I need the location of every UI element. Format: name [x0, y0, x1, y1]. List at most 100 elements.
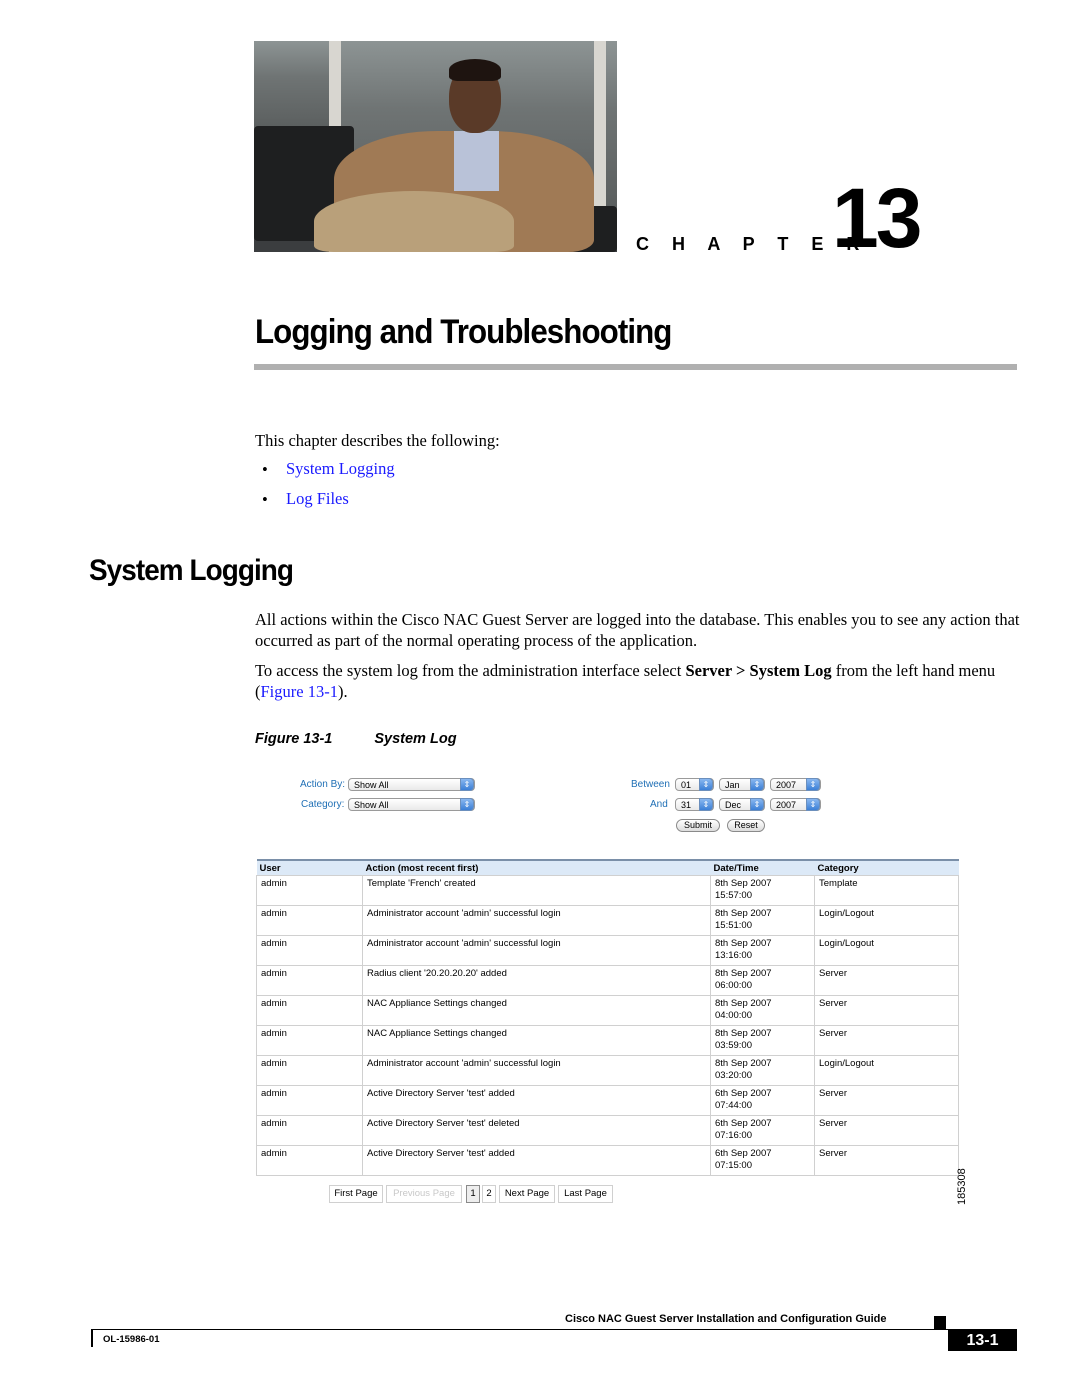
cell-action: Administrator account 'admin' successful… — [362, 1055, 711, 1086]
cell-category: Server — [814, 1115, 959, 1146]
footer-tick — [91, 1329, 93, 1347]
submit-button[interactable]: Submit — [676, 819, 720, 832]
figure-caption: Figure 13-1 System Log — [255, 731, 457, 747]
date-text: 8th Sep 2007 — [715, 878, 772, 889]
date-text: 8th Sep 2007 — [715, 968, 772, 979]
reset-button[interactable]: Reset — [727, 819, 765, 832]
title-divider — [254, 364, 1017, 370]
table-row: admin Active Directory Server 'test' dele… — [256, 1115, 959, 1146]
next-page-button[interactable]: Next Page — [499, 1185, 555, 1203]
cell-category: Server — [814, 965, 959, 996]
menu-path: Server > System Log — [685, 661, 832, 680]
chapter-title: Logging and Troubleshooting — [255, 313, 672, 351]
paragraph: All actions within the Cisco NAC Guest S… — [255, 610, 1020, 650]
select-arrows-icon: ⇕ — [699, 778, 713, 791]
cell-user: admin — [256, 935, 363, 966]
footer-guide-title: Cisco NAC Guest Server Installation and … — [565, 1313, 887, 1325]
column-header-category[interactable]: Category — [814, 859, 959, 876]
from-year-value: 2007 — [776, 780, 797, 790]
time-text: 03:59:00 — [715, 1040, 752, 1051]
select-arrows-icon: ⇕ — [750, 798, 764, 811]
toc-link-system-logging[interactable]: System Logging — [286, 459, 395, 479]
select-arrows-icon: ⇕ — [460, 778, 474, 791]
cell-user: admin — [256, 875, 363, 906]
cell-category: Server — [814, 1085, 959, 1116]
cell-user: admin — [256, 965, 363, 996]
paragraph-text: To access the system log from the admini… — [255, 661, 686, 680]
cell-category: Login/Logout — [814, 935, 959, 966]
first-page-button[interactable]: First Page — [329, 1185, 383, 1203]
date-text: 8th Sep 2007 — [715, 938, 772, 949]
from-day-value: 01 — [681, 780, 692, 790]
page-1-button[interactable]: 1 — [466, 1185, 480, 1203]
date-text: 6th Sep 2007 — [715, 1088, 772, 1099]
action-by-select[interactable]: Show All ⇕ — [348, 778, 475, 791]
chapter-number: 13 — [832, 171, 922, 265]
table-row: admin Radius client '20.20.20.20' added 8t… — [256, 965, 959, 996]
bullet-icon: • — [262, 460, 268, 479]
footer-page-number: 13-1 — [948, 1330, 1017, 1351]
cell-datetime: 8th Sep 2007 04:00:00 — [710, 995, 815, 1026]
column-header-datetime[interactable]: Date/Time — [710, 859, 815, 876]
time-text: 07:15:00 — [715, 1160, 752, 1171]
figure-link[interactable]: Figure 13-1 — [261, 682, 338, 701]
time-text: 07:44:00 — [715, 1100, 752, 1111]
cell-user: admin — [256, 905, 363, 936]
cell-user: admin — [256, 1055, 363, 1086]
action-by-label: Action By: — [300, 779, 346, 790]
to-day-select[interactable]: 31 ⇕ — [675, 798, 714, 811]
cell-datetime: 8th Sep 2007 03:59:00 — [710, 1025, 815, 1056]
action-by-value: Show All — [354, 780, 389, 790]
table-row: admin Administrator account 'admin' succe… — [256, 935, 959, 966]
cell-action: Radius client '20.20.20.20' added — [362, 965, 711, 996]
cell-datetime: 8th Sep 2007 15:51:00 — [710, 905, 815, 936]
page-2-button[interactable]: 2 — [482, 1185, 496, 1203]
cell-action: Administrator account 'admin' successful… — [362, 935, 711, 966]
paragraph: To access the system log from the admini… — [255, 660, 1030, 702]
paragraph-text: ). — [337, 682, 348, 701]
cell-datetime: 8th Sep 2007 13:16:00 — [710, 935, 815, 966]
table-row: admin NAC Appliance Settings changed 8th S… — [256, 995, 959, 1026]
column-header-action[interactable]: Action (most recent first) — [362, 859, 711, 876]
cell-user: admin — [256, 1085, 363, 1116]
category-label: Category: — [301, 799, 345, 810]
cell-action: NAC Appliance Settings changed — [362, 995, 711, 1026]
last-page-button[interactable]: Last Page — [558, 1185, 613, 1203]
to-day-value: 31 — [681, 800, 692, 810]
time-text: 15:51:00 — [715, 920, 752, 931]
column-header-user[interactable]: User — [256, 859, 363, 876]
time-text: 04:00:00 — [715, 1010, 752, 1021]
select-arrows-icon: ⇕ — [699, 798, 713, 811]
to-month-select[interactable]: Dec ⇕ — [719, 798, 765, 811]
figure-id: 185308 — [956, 1168, 968, 1205]
category-value: Show All — [354, 800, 389, 810]
system-log-table: User Action (most recent first) Date/Tim… — [256, 859, 959, 1176]
from-month-value: Jan — [725, 780, 740, 790]
to-year-select[interactable]: 2007 ⇕ — [770, 798, 821, 811]
category-select[interactable]: Show All ⇕ — [348, 798, 475, 811]
time-text: 06:00:00 — [715, 980, 752, 991]
and-label: And — [650, 799, 668, 810]
between-label: Between — [631, 779, 670, 790]
select-arrows-icon: ⇕ — [750, 778, 764, 791]
cell-datetime: 8th Sep 2007 03:20:00 — [710, 1055, 815, 1086]
cell-user: admin — [256, 1145, 363, 1176]
date-text: 6th Sep 2007 — [715, 1148, 772, 1159]
table-row: admin Administrator account 'admin' succe… — [256, 905, 959, 936]
from-day-select[interactable]: 01 ⇕ — [675, 778, 714, 791]
section-title: System Logging — [89, 554, 294, 587]
cell-category: Server — [814, 1145, 959, 1176]
table-row: admin Active Directory Server 'test' adde… — [256, 1085, 959, 1116]
cell-action: Active Directory Server 'test' deleted — [362, 1115, 711, 1146]
table-header-row: User Action (most recent first) Date/Tim… — [256, 859, 959, 876]
time-text: 13:16:00 — [715, 950, 752, 961]
cell-user: admin — [256, 995, 363, 1026]
from-month-select[interactable]: Jan ⇕ — [719, 778, 765, 791]
toc-link-log-files[interactable]: Log Files — [286, 489, 349, 509]
cell-category: Login/Logout — [814, 1055, 959, 1086]
cell-action: Template 'French' created — [362, 875, 711, 906]
cell-datetime: 6th Sep 2007 07:16:00 — [710, 1115, 815, 1146]
select-arrows-icon: ⇕ — [460, 798, 474, 811]
from-year-select[interactable]: 2007 ⇕ — [770, 778, 821, 791]
cell-category: Template — [814, 875, 959, 906]
